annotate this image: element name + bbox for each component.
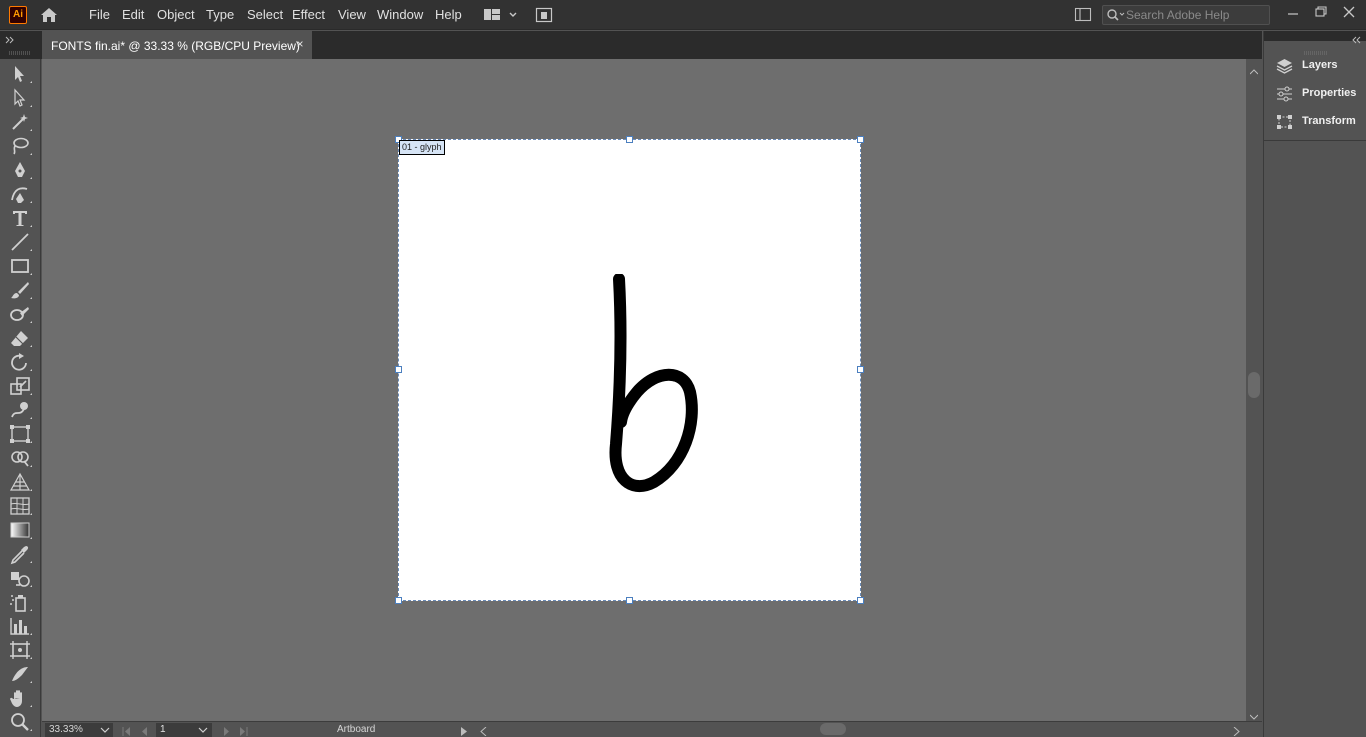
line-segment-tool-icon[interactable] — [8, 231, 32, 253]
search-box[interactable] — [1102, 5, 1270, 25]
search-input[interactable] — [1126, 7, 1266, 23]
previous-artboard-icon[interactable] — [139, 725, 149, 736]
perspective-grid-tool-icon[interactable] — [8, 471, 32, 493]
collapsed-panel-dock: Layers Properties Transform — [1263, 31, 1366, 737]
menu-bar: Ai File Edit Object Type Select Effect V… — [0, 0, 1366, 30]
illustrator-logo: Ai — [9, 6, 27, 24]
layers-icon — [1276, 58, 1293, 74]
lasso-tool-icon[interactable] — [8, 135, 32, 157]
artboard-name-label[interactable]: 01 - glyph — [399, 140, 445, 155]
horizontal-scrollbar[interactable] — [476, 722, 1242, 737]
illustrator-window: Ai File Edit Object Type Select Effect V… — [0, 0, 1366, 737]
restore-icon[interactable] — [1313, 4, 1329, 20]
document-tab-title: FONTS fin.ai* @ 33.33 % (RGB/CPU Preview… — [51, 39, 300, 53]
arrange-documents-icon[interactable] — [535, 6, 553, 24]
free-transform-tool-icon[interactable] — [8, 423, 32, 445]
rotate-tool-icon[interactable] — [8, 351, 32, 373]
close-tab-icon[interactable]: × — [294, 38, 306, 50]
type-tool-icon[interactable] — [8, 207, 32, 229]
scroll-down-icon[interactable] — [1249, 709, 1259, 720]
magic-wand-tool-icon[interactable] — [8, 111, 32, 133]
workspace-switcher-icon[interactable] — [483, 6, 521, 24]
eraser-tool-icon[interactable] — [8, 327, 32, 349]
artboard-handle-bottom-right[interactable] — [857, 597, 864, 604]
search-icon — [1106, 8, 1126, 22]
slice-tool-icon[interactable] — [8, 663, 32, 685]
expand-panels-icon[interactable] — [1352, 33, 1362, 44]
direct-selection-tool-icon[interactable] — [8, 87, 32, 109]
menu-file[interactable]: File — [89, 7, 110, 22]
chevron-down-icon[interactable] — [99, 723, 111, 737]
panel-layers-label: Layers — [1302, 59, 1338, 71]
panel-toggle-icon[interactable] — [1074, 7, 1092, 22]
symbol-sprayer-tool-icon[interactable] — [8, 591, 32, 613]
horizontal-scroll-thumb[interactable] — [820, 723, 846, 735]
shape-builder-tool-icon[interactable] — [8, 447, 32, 469]
selection-tool-icon[interactable] — [8, 63, 32, 85]
column-graph-tool-icon[interactable] — [8, 615, 32, 637]
canvas-area[interactable]: 01 - glyph — [42, 59, 1246, 721]
menu-view[interactable]: View — [338, 7, 366, 22]
curvature-tool-icon[interactable] — [8, 183, 32, 205]
warp-tool-icon[interactable] — [8, 399, 32, 421]
minimize-icon[interactable] — [1285, 4, 1301, 20]
gradient-tool-icon[interactable] — [8, 519, 32, 541]
menu-edit[interactable]: Edit — [122, 7, 144, 22]
first-artboard-icon[interactable] — [122, 725, 132, 736]
toolbar-grip[interactable] — [9, 44, 31, 55]
mesh-tool-icon[interactable] — [8, 495, 32, 517]
zoom-tool-icon[interactable] — [8, 711, 32, 733]
eyedropper-tool-icon[interactable] — [8, 543, 32, 565]
vertical-scroll-thumb[interactable] — [1248, 372, 1260, 398]
glyph-b-artwork[interactable] — [602, 273, 702, 499]
artboard-handle-top-right[interactable] — [857, 136, 864, 143]
next-artboard-icon[interactable] — [222, 725, 232, 736]
artboard-handle-left[interactable] — [395, 366, 402, 373]
artboard-handle-bottom[interactable] — [626, 597, 633, 604]
hand-tool-icon[interactable] — [8, 687, 32, 709]
document-tab-bar: FONTS fin.ai* @ 33.33 % (RGB/CPU Preview… — [0, 31, 1262, 59]
panel-layers[interactable]: Layers — [1272, 55, 1364, 77]
chevron-down-icon[interactable] — [197, 723, 209, 737]
paintbrush-tool-icon[interactable] — [8, 279, 32, 301]
menu-type[interactable]: Type — [206, 7, 234, 22]
menu-effect[interactable]: Effect — [292, 7, 325, 22]
scroll-right-icon[interactable] — [1232, 725, 1240, 737]
properties-icon — [1276, 86, 1293, 102]
scroll-left-icon[interactable] — [480, 725, 488, 737]
tools-panel — [0, 51, 41, 737]
artboard-tool-icon[interactable] — [8, 639, 32, 661]
panel-properties-label: Properties — [1302, 87, 1357, 99]
panel-grip[interactable] — [1304, 44, 1328, 55]
blend-tool-icon[interactable] — [8, 567, 32, 589]
document-tab[interactable]: FONTS fin.ai* @ 33.33 % (RGB/CPU Preview… — [42, 31, 312, 59]
last-artboard-icon[interactable] — [238, 725, 248, 736]
menu-window[interactable]: Window — [377, 7, 423, 22]
pen-tool-icon[interactable] — [8, 159, 32, 181]
status-label: Artboard — [337, 724, 376, 735]
panel-transform[interactable]: Transform — [1272, 111, 1364, 133]
vertical-scrollbar[interactable] — [1246, 59, 1262, 721]
scale-tool-icon[interactable] — [8, 375, 32, 397]
status-bar: 33.33% 1 Artboard — [42, 721, 1262, 737]
menu-object[interactable]: Object — [157, 7, 195, 22]
artboard-handle-top[interactable] — [626, 136, 633, 143]
panel-transform-label: Transform — [1302, 115, 1356, 127]
panel-properties[interactable]: Properties — [1272, 83, 1364, 105]
shaper-tool-icon[interactable] — [8, 303, 32, 325]
scroll-up-icon[interactable] — [1249, 64, 1259, 75]
panel-dock-header — [1264, 31, 1366, 44]
artboard-handle-right[interactable] — [857, 366, 864, 373]
panel-divider — [1264, 140, 1366, 141]
menu-help[interactable]: Help — [435, 7, 462, 22]
menu-select[interactable]: Select — [247, 7, 283, 22]
transform-icon — [1276, 114, 1293, 130]
close-window-icon[interactable] — [1341, 4, 1357, 20]
status-menu-arrow-icon[interactable] — [460, 725, 468, 736]
home-icon[interactable] — [39, 6, 59, 24]
collapse-toolbar-icon[interactable] — [5, 33, 15, 44]
rectangle-tool-icon[interactable] — [8, 255, 32, 277]
artboard-handle-bottom-left[interactable] — [395, 597, 402, 604]
